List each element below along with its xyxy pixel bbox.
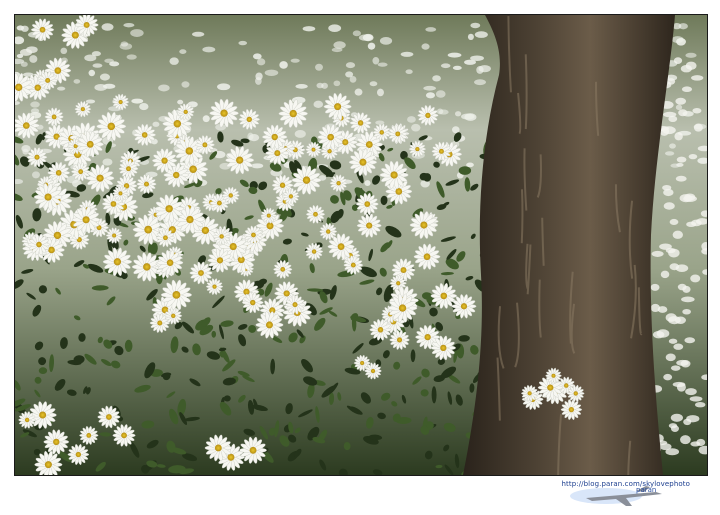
- daisy-photo: [14, 14, 708, 476]
- watermark-url: http://blog.paran.com/skylovephoto: [561, 480, 690, 488]
